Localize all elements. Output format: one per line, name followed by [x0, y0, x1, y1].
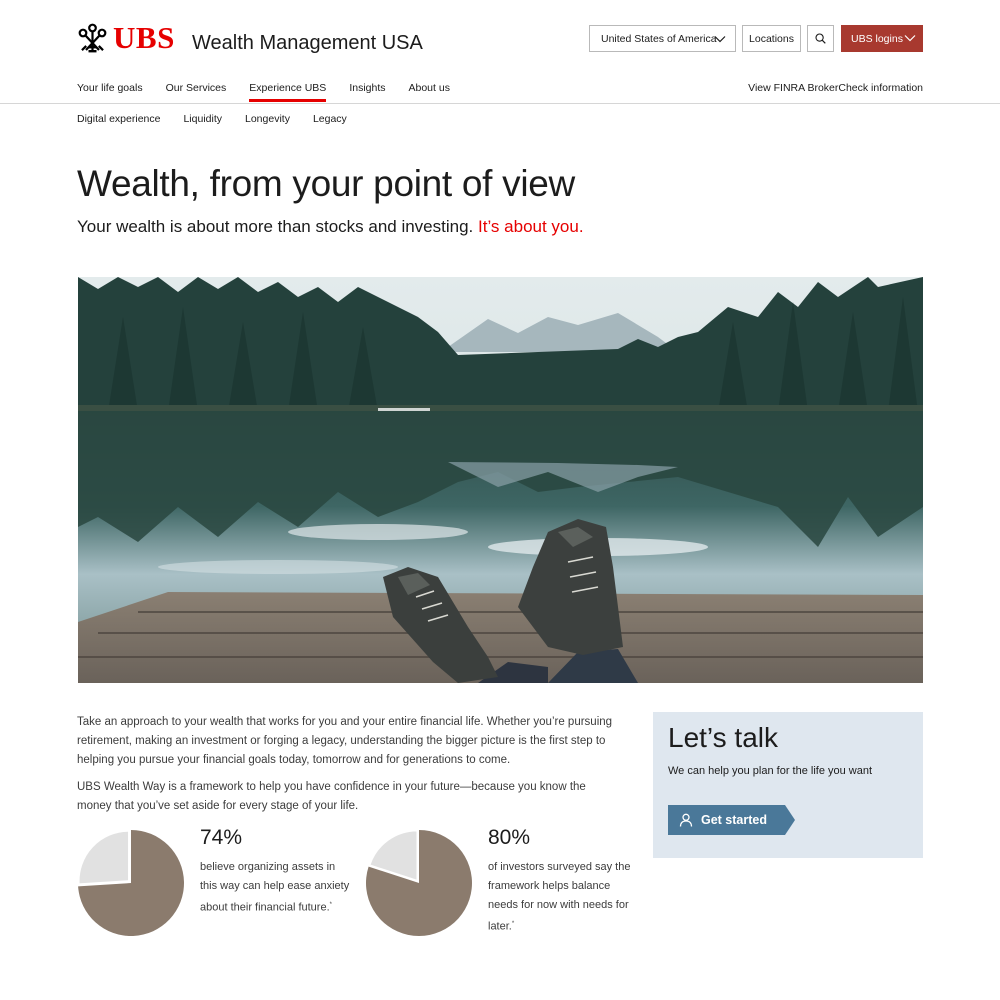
hero-image-lake [78, 277, 923, 683]
hero-subtitle-text: Your wealth is about more than stocks an… [77, 217, 474, 236]
lets-talk-card: Let’s talk We can help you plan for the … [653, 712, 923, 858]
intro-paragraph: Take an approach to your wealth that wor… [77, 716, 613, 766]
pie-chart [78, 830, 184, 936]
keys-icon [78, 23, 107, 52]
pie-chart [365, 829, 472, 936]
get-started-button[interactable]: Get started [668, 805, 795, 835]
hero-subtitle-accent: It’s about you. [478, 217, 584, 236]
person-icon [679, 813, 693, 827]
subnav-item-longevity[interactable]: Longevity [245, 113, 290, 125]
nav-item-our-services[interactable]: Our Services [166, 82, 227, 104]
intro-paragraph: UBS Wealth Way is a framework to help yo… [77, 781, 586, 812]
stat-percent: 74% [200, 826, 243, 849]
nav-item-your-life-goals[interactable]: Your life goals [77, 82, 143, 104]
lake-landscape-illustration [78, 277, 923, 683]
subnav-item-legacy[interactable]: Legacy [313, 113, 347, 125]
nav-item-insights[interactable]: Insights [349, 82, 385, 104]
intro-text: Take an approach to your wealth that wor… [77, 713, 622, 824]
stat-description: believe organizing assets in this way ca… [200, 858, 350, 918]
brand-wordmark: UBS [113, 20, 175, 55]
country-select-value: United States of America [601, 32, 717, 45]
site-title: Wealth Management USA [192, 32, 423, 54]
chevron-down-icon [714, 36, 726, 43]
hero-subtitle: Your wealth is about more than stocks an… [77, 217, 584, 237]
ubs-logins-label: UBS logins [851, 32, 903, 45]
footnote-marker: * [511, 921, 515, 927]
search-button[interactable] [807, 25, 834, 52]
ubs-logo[interactable]: UBS [77, 20, 175, 56]
main-nav: Your life goals Our Services Experience … [77, 82, 473, 104]
search-icon [815, 33, 826, 44]
nav-item-experience-ubs[interactable]: Experience UBS [249, 82, 327, 104]
lets-talk-title: Let’s talk [668, 722, 778, 753]
stat-description-text: of investors surveyed say the framework … [488, 861, 631, 933]
country-select[interactable]: United States of America [589, 25, 736, 52]
get-started-label: Get started [701, 813, 767, 827]
nav-item-about-us[interactable]: About us [409, 82, 450, 104]
finra-brokercheck-link[interactable]: View FINRA BrokerCheck information [748, 82, 923, 94]
pie-slice-rest [78, 830, 130, 885]
footnote-marker: * [329, 902, 332, 908]
stat-percent: 80% [488, 826, 531, 849]
sub-nav: Digital experience Liquidity Longevity L… [77, 113, 370, 125]
locations-button[interactable]: Locations [742, 25, 801, 52]
page-title: Wealth, from your point of view [77, 163, 575, 204]
subnav-item-liquidity[interactable]: Liquidity [183, 113, 222, 125]
ubs-logins-button[interactable]: UBS logins [841, 25, 923, 52]
subnav-item-digital-experience[interactable]: Digital experience [77, 113, 160, 125]
stat-description-text: believe organizing assets in this way ca… [200, 861, 350, 914]
chevron-down-icon [904, 35, 916, 42]
lets-talk-subtitle: We can help you plan for the life you wa… [668, 765, 873, 777]
site-header: UBS Wealth Management USA United States … [0, 0, 1000, 104]
stat-description: of investors surveyed say the framework … [488, 858, 638, 937]
